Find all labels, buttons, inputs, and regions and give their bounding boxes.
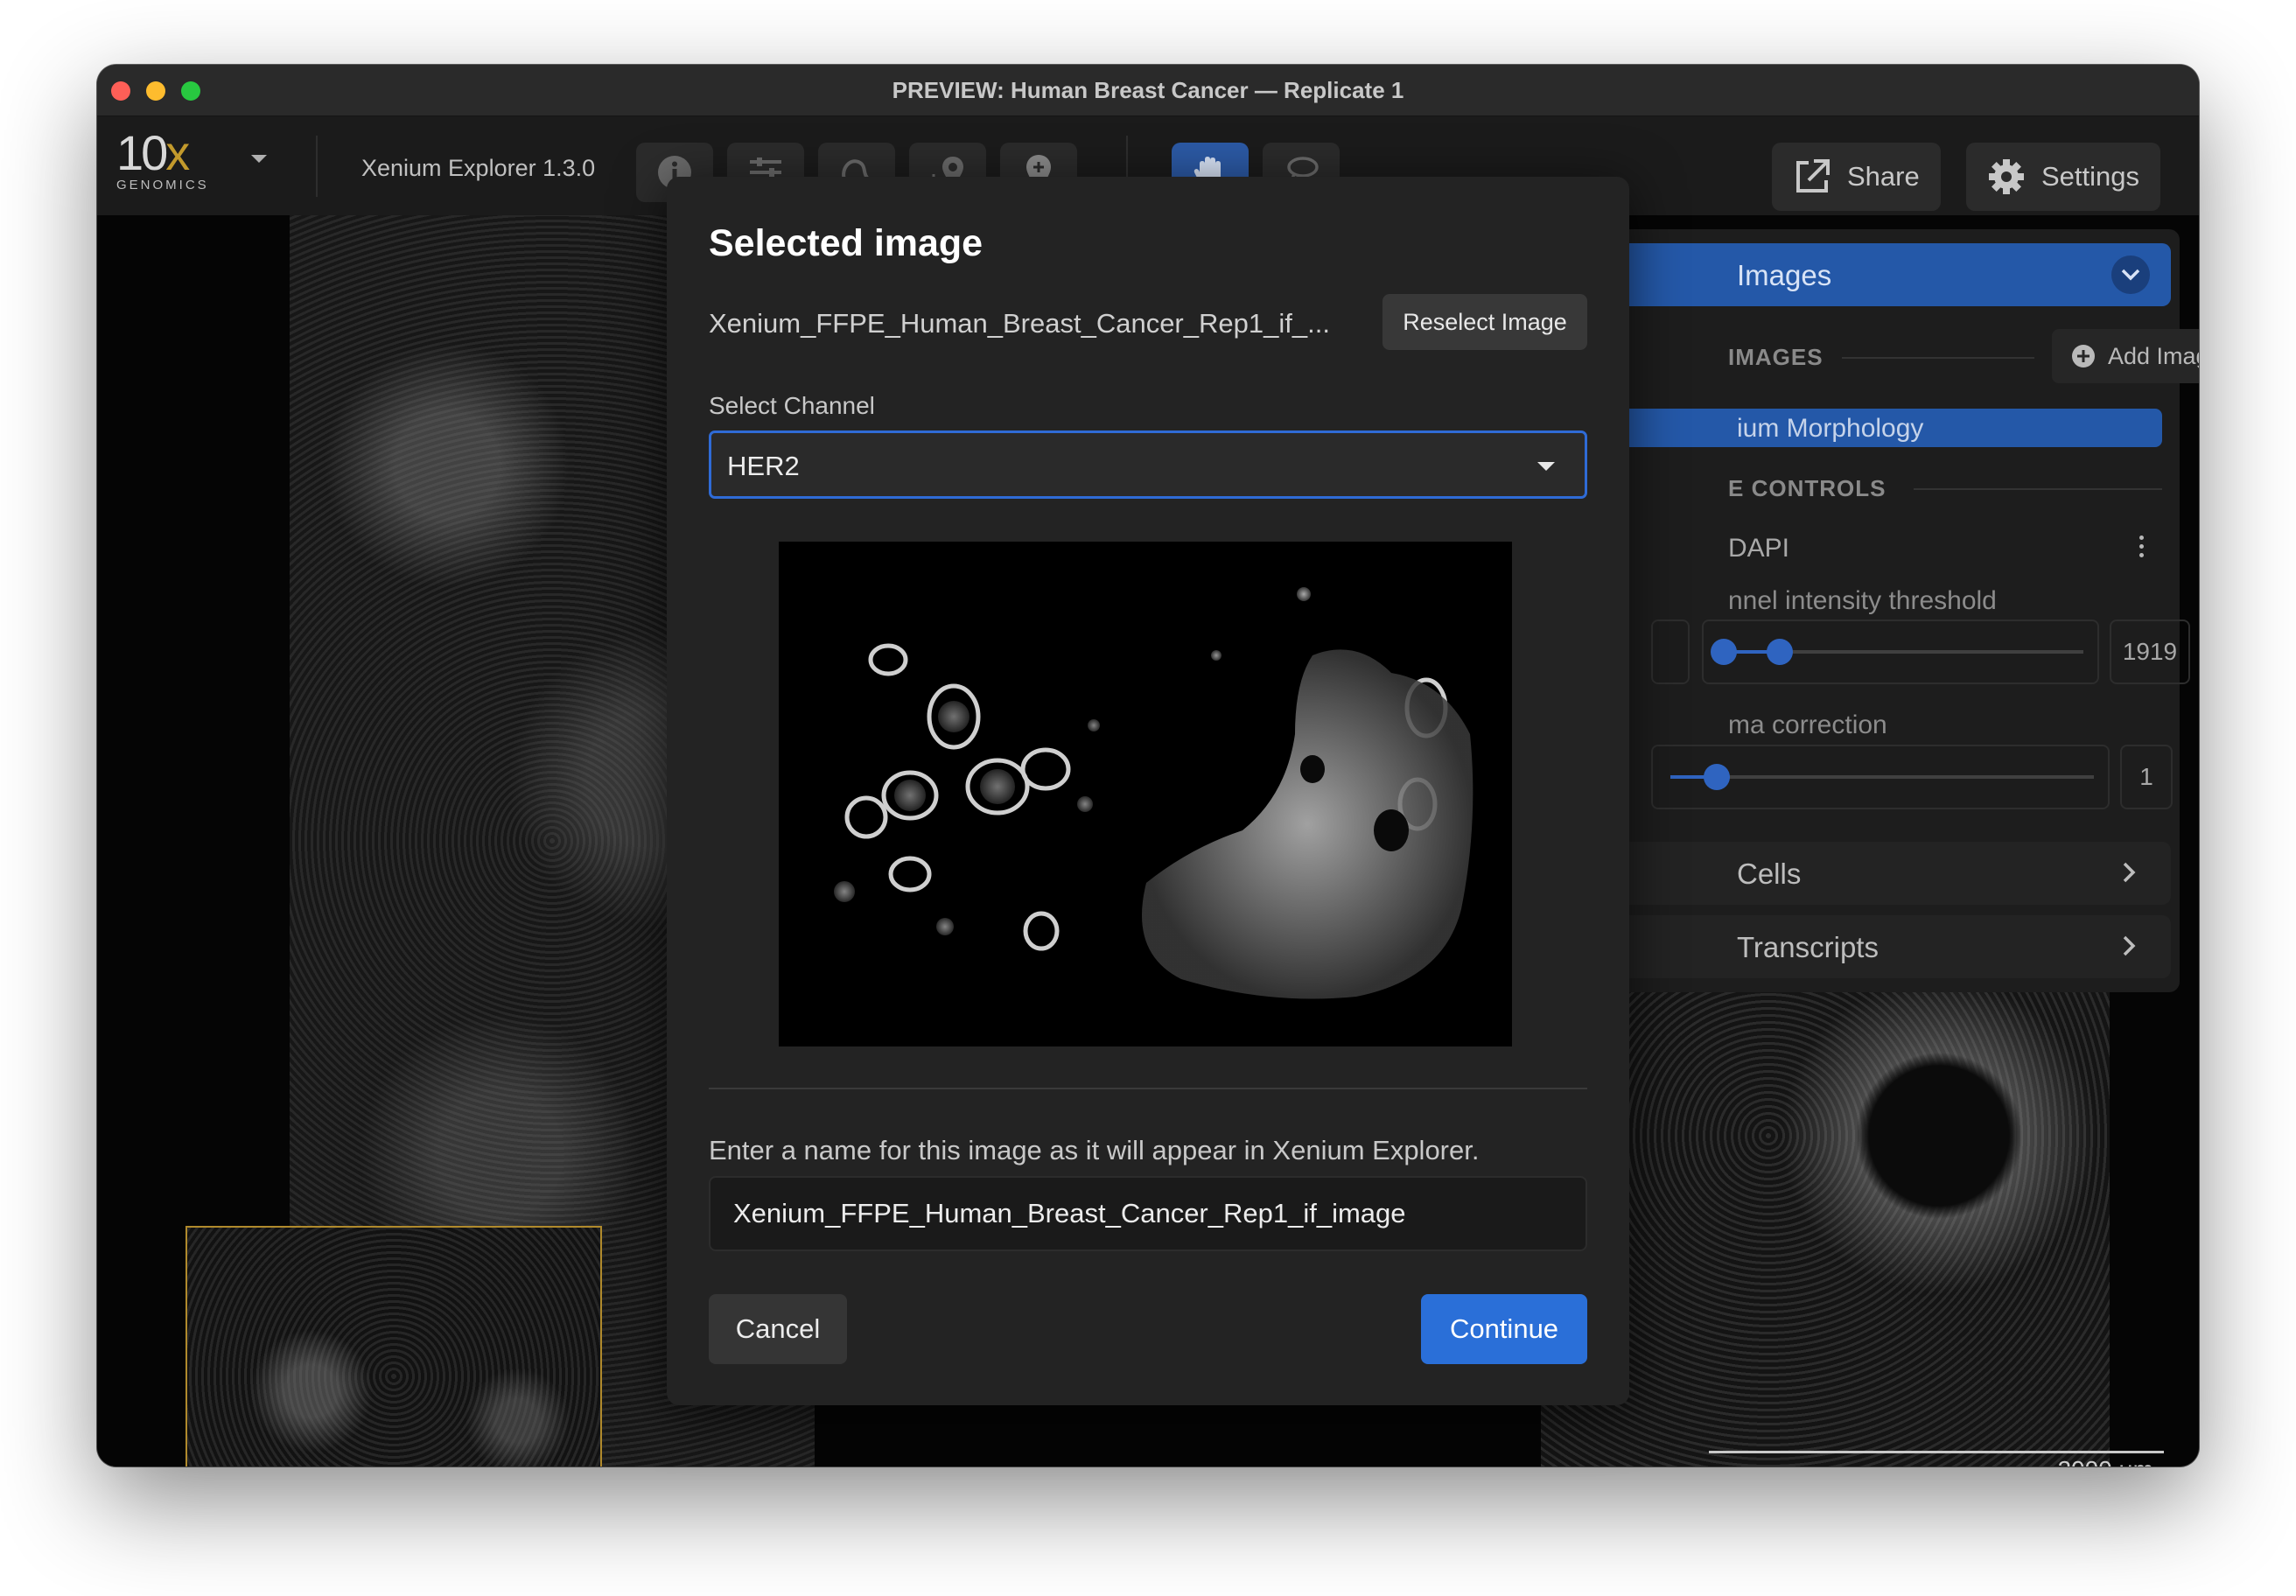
- transcripts-label: Transcripts: [1737, 931, 1879, 963]
- dropdown-caret-icon: [1537, 462, 1555, 471]
- add-image-button[interactable]: Add Image: [2052, 329, 2199, 383]
- more-options-icon[interactable]: [2139, 536, 2145, 562]
- share-button[interactable]: Share: [1772, 143, 1941, 211]
- dialog-title: Selected image: [709, 222, 984, 264]
- app-version: Xenium Explorer 1.3.0: [361, 155, 596, 181]
- intensity-threshold-slider[interactable]: [1702, 620, 2099, 684]
- channel-select-value: HER2: [727, 451, 800, 481]
- intensity-threshold-value[interactable]: 1919: [2110, 620, 2190, 684]
- channel-select[interactable]: HER2: [709, 430, 1587, 499]
- chevron-right-icon: [2123, 935, 2136, 956]
- images-accordion-header[interactable]: Images: [1620, 243, 2171, 306]
- gear-icon: [1989, 159, 2024, 194]
- cells-label: Cells: [1737, 858, 1802, 890]
- continue-button[interactable]: Continue: [1421, 1294, 1587, 1364]
- cells-accordion[interactable]: Cells: [1620, 842, 2171, 905]
- gamma-correction-slider[interactable]: [1651, 745, 2110, 809]
- dialog-divider: [709, 1088, 1587, 1089]
- slider-thumb[interactable]: [1704, 764, 1730, 790]
- transcripts-accordion[interactable]: Transcripts: [1620, 915, 2171, 978]
- channel-name: DAPI: [1728, 534, 1790, 563]
- cancel-button[interactable]: Cancel: [709, 1294, 847, 1364]
- window-title: PREVIEW: Human Breast Cancer — Replicate…: [892, 77, 1404, 103]
- image-name-input[interactable]: [709, 1176, 1587, 1251]
- reselect-image-button[interactable]: Reselect Image: [1382, 294, 1587, 350]
- images-header-label: Images: [1737, 259, 1832, 291]
- channel-preview-image: [779, 542, 1512, 1046]
- image-list-item-label: ium Morphology: [1737, 414, 1924, 443]
- image-controls-section-label: E CONTROLS: [1728, 475, 1886, 501]
- settings-label: Settings: [2041, 161, 2140, 192]
- selected-file-name: Xenium_FFPE_Human_Breast_Cancer_Rep1_if_…: [709, 308, 1330, 339]
- add-image-label: Add Image: [2108, 342, 2199, 369]
- logo-menu-caret-icon[interactable]: [251, 155, 267, 163]
- layers-panel: Images IMAGES Add Image ium Morphology E…: [1611, 229, 2199, 992]
- chevron-right-icon: [2123, 862, 2136, 883]
- toolbar-divider: [316, 136, 318, 197]
- share-label: Share: [1847, 161, 1920, 192]
- add-circle-icon: [2072, 345, 2095, 368]
- title-bar: PREVIEW: Human Breast Cancer — Replicate…: [97, 65, 2199, 116]
- scale-bar: [1709, 1451, 2164, 1453]
- scale-bar-label: 2000 μm: [2057, 1456, 2153, 1466]
- image-name-prompt: Enter a name for this image as it will a…: [709, 1135, 1480, 1166]
- images-section-label: IMAGES: [1728, 344, 1824, 370]
- slider-thumb-max[interactable]: [1767, 639, 1793, 665]
- selected-image-dialog: Selected image Xenium_FFPE_Human_Breast_…: [667, 177, 1629, 1405]
- gamma-correction-value[interactable]: 1: [2120, 745, 2173, 809]
- section-divider: [1914, 488, 2162, 490]
- minimap[interactable]: [186, 1226, 602, 1466]
- chevron-down-icon[interactable]: [2111, 256, 2150, 294]
- share-icon: [1796, 159, 1830, 192]
- 10x-genomics-logo[interactable]: 10x GENOMICS: [116, 127, 209, 193]
- select-channel-label: Select Channel: [709, 392, 875, 419]
- section-divider: [1842, 357, 2034, 359]
- settings-button[interactable]: Settings: [1966, 143, 2161, 211]
- slider-thumb-min[interactable]: [1711, 639, 1737, 665]
- intensity-min-field[interactable]: [1651, 620, 1690, 684]
- intensity-threshold-label: nnel intensity threshold: [1728, 586, 1997, 615]
- image-list-item-morphology[interactable]: ium Morphology: [1620, 409, 2162, 447]
- gamma-correction-label: ma correction: [1728, 710, 1887, 739]
